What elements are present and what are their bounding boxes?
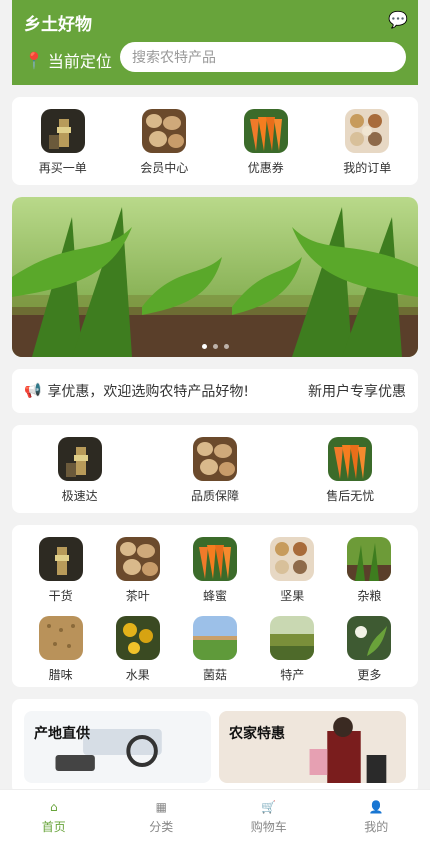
banner-dot[interactable] — [223, 344, 229, 349]
notice-bar[interactable]: 📢 享优惠，欢迎选购农特产品好物! 新用户专享优惠 — [12, 369, 418, 413]
grains-icon — [347, 537, 392, 581]
location-label: 当前定位 — [47, 52, 112, 71]
location-selector[interactable]: 📍 当前定位 — [24, 48, 112, 72]
category-label: 杂粮 — [357, 589, 382, 603]
home-icon: ⌂ — [49, 799, 58, 814]
category-label: 蜂蜜 — [202, 589, 227, 603]
quick-link-orders[interactable]: 我的订单 — [327, 109, 407, 176]
after-sales-icon — [328, 437, 373, 481]
notice-text: 享优惠，欢迎选购农特产品好物! — [47, 384, 250, 400]
category-honey[interactable]: 蜂蜜 — [176, 537, 253, 608]
service-after-sales[interactable]: 售后无忧 — [290, 437, 410, 504]
quick-link-label: 我的订单 — [343, 161, 392, 175]
orders-icon — [345, 109, 390, 153]
service-quality[interactable]: 品质保障 — [155, 437, 275, 504]
tea-icon — [115, 537, 160, 581]
promo-title: 产地直供 — [34, 726, 90, 742]
mushroom-icon — [192, 616, 237, 660]
promo-farm-deals[interactable]: 农家特惠 — [219, 711, 406, 783]
category-fruit[interactable]: 水果 — [99, 616, 176, 687]
nuts-icon — [270, 537, 315, 581]
bottom-tab-bar: ⌂ 首页 ▦ 分类 🛒 购物车 👤 我的 — [0, 789, 430, 844]
service-label: 极速达 — [61, 489, 98, 503]
tab-home[interactable]: ⌂ 首页 — [9, 800, 99, 835]
banner-dot[interactable] — [212, 344, 218, 349]
category-more[interactable]: 更多 — [331, 616, 408, 687]
quality-icon — [192, 437, 237, 481]
coupon-icon — [243, 109, 288, 153]
tab-cart[interactable]: 🛒 购物车 — [224, 800, 314, 835]
category-label: 茶叶 — [125, 589, 150, 603]
chat-icon[interactable]: 💬 — [388, 10, 408, 29]
category-label: 腊味 — [48, 668, 73, 682]
honey-icon — [192, 537, 237, 581]
tab-label: 我的 — [364, 819, 389, 834]
category-icon: ▦ — [155, 799, 167, 814]
tab-category[interactable]: ▦ 分类 — [116, 800, 206, 835]
search-placeholder: 搜索农特产品 — [132, 50, 216, 66]
promo-image — [219, 711, 406, 783]
quick-link-label: 再买一单 — [38, 161, 87, 175]
dried-goods-icon — [38, 537, 83, 581]
quick-link-reorder[interactable]: 再买一单 — [23, 109, 103, 176]
category-grid: 干货 茶叶 蜂蜜 坚果 杂粮 腊味 水果 菌菇 特产 更多 — [12, 525, 418, 687]
service-fast-delivery[interactable]: 极速达 — [20, 437, 140, 504]
banner-pagination — [12, 344, 418, 349]
category-dried-goods[interactable]: 干货 — [22, 537, 99, 608]
category-tea[interactable]: 茶叶 — [99, 537, 176, 608]
service-strip: 极速达 品质保障 售后无忧 — [12, 425, 418, 513]
brand-title: 乡土好物 — [24, 15, 92, 35]
hero-banner[interactable] — [12, 197, 418, 357]
service-label: 品质保障 — [190, 489, 239, 503]
member-center-icon — [142, 109, 187, 153]
category-label: 菌菇 — [202, 668, 227, 682]
quick-link-label: 优惠券 — [247, 161, 284, 175]
category-label: 更多 — [357, 668, 382, 682]
quick-link-label: 会员中心 — [140, 161, 189, 175]
service-label: 售后无忧 — [326, 489, 375, 503]
specialty-icon — [270, 616, 315, 660]
new-user-offer[interactable]: 新用户专享优惠 — [308, 381, 406, 401]
promo-title: 农家特惠 — [229, 726, 285, 742]
promo-origin-direct[interactable]: 产地直供 — [24, 711, 211, 783]
cart-icon: 🛒 — [261, 799, 277, 814]
category-cured-meat[interactable]: 腊味 — [22, 616, 99, 687]
tab-label: 首页 — [41, 819, 66, 834]
category-grains[interactable]: 杂粮 — [331, 537, 408, 608]
promo-image — [24, 711, 211, 783]
quick-link-member[interactable]: 会员中心 — [124, 109, 204, 176]
more-icon — [347, 616, 392, 660]
promo-section: 产地直供 农家特惠 — [12, 699, 418, 794]
speaker-icon: 📢 — [24, 383, 42, 399]
banner-image — [12, 197, 418, 357]
category-label: 干货 — [48, 589, 73, 603]
category-nuts[interactable]: 坚果 — [254, 537, 331, 608]
fruit-icon — [115, 616, 160, 660]
quick-link-coupon[interactable]: 优惠券 — [226, 109, 306, 176]
location-pin-icon: 📍 — [24, 50, 44, 70]
category-label: 水果 — [125, 668, 150, 682]
tab-profile[interactable]: 👤 我的 — [331, 800, 421, 835]
tab-label: 购物车 — [250, 819, 287, 834]
category-mushroom[interactable]: 菌菇 — [176, 616, 253, 687]
tab-label: 分类 — [149, 819, 174, 834]
banner-dot[interactable] — [201, 344, 207, 349]
fast-delivery-icon — [57, 437, 102, 481]
search-input[interactable]: 搜索农特产品 — [120, 42, 406, 72]
category-label: 坚果 — [280, 589, 305, 603]
category-label: 特产 — [280, 668, 305, 682]
category-specialty[interactable]: 特产 — [254, 616, 331, 687]
header: 乡土好物 💬 📍 当前定位 搜索农特产品 — [12, 0, 418, 85]
quick-links: 再买一单 会员中心 优惠券 我的订单 — [12, 97, 418, 185]
reorder-icon — [40, 109, 85, 153]
app-page: 乡土好物 💬 📍 当前定位 搜索农特产品 再买一单 会员中心 优惠券 我的订单 … — [0, 0, 430, 844]
profile-icon: 👤 — [368, 799, 384, 814]
cured-meat-icon — [38, 616, 83, 660]
